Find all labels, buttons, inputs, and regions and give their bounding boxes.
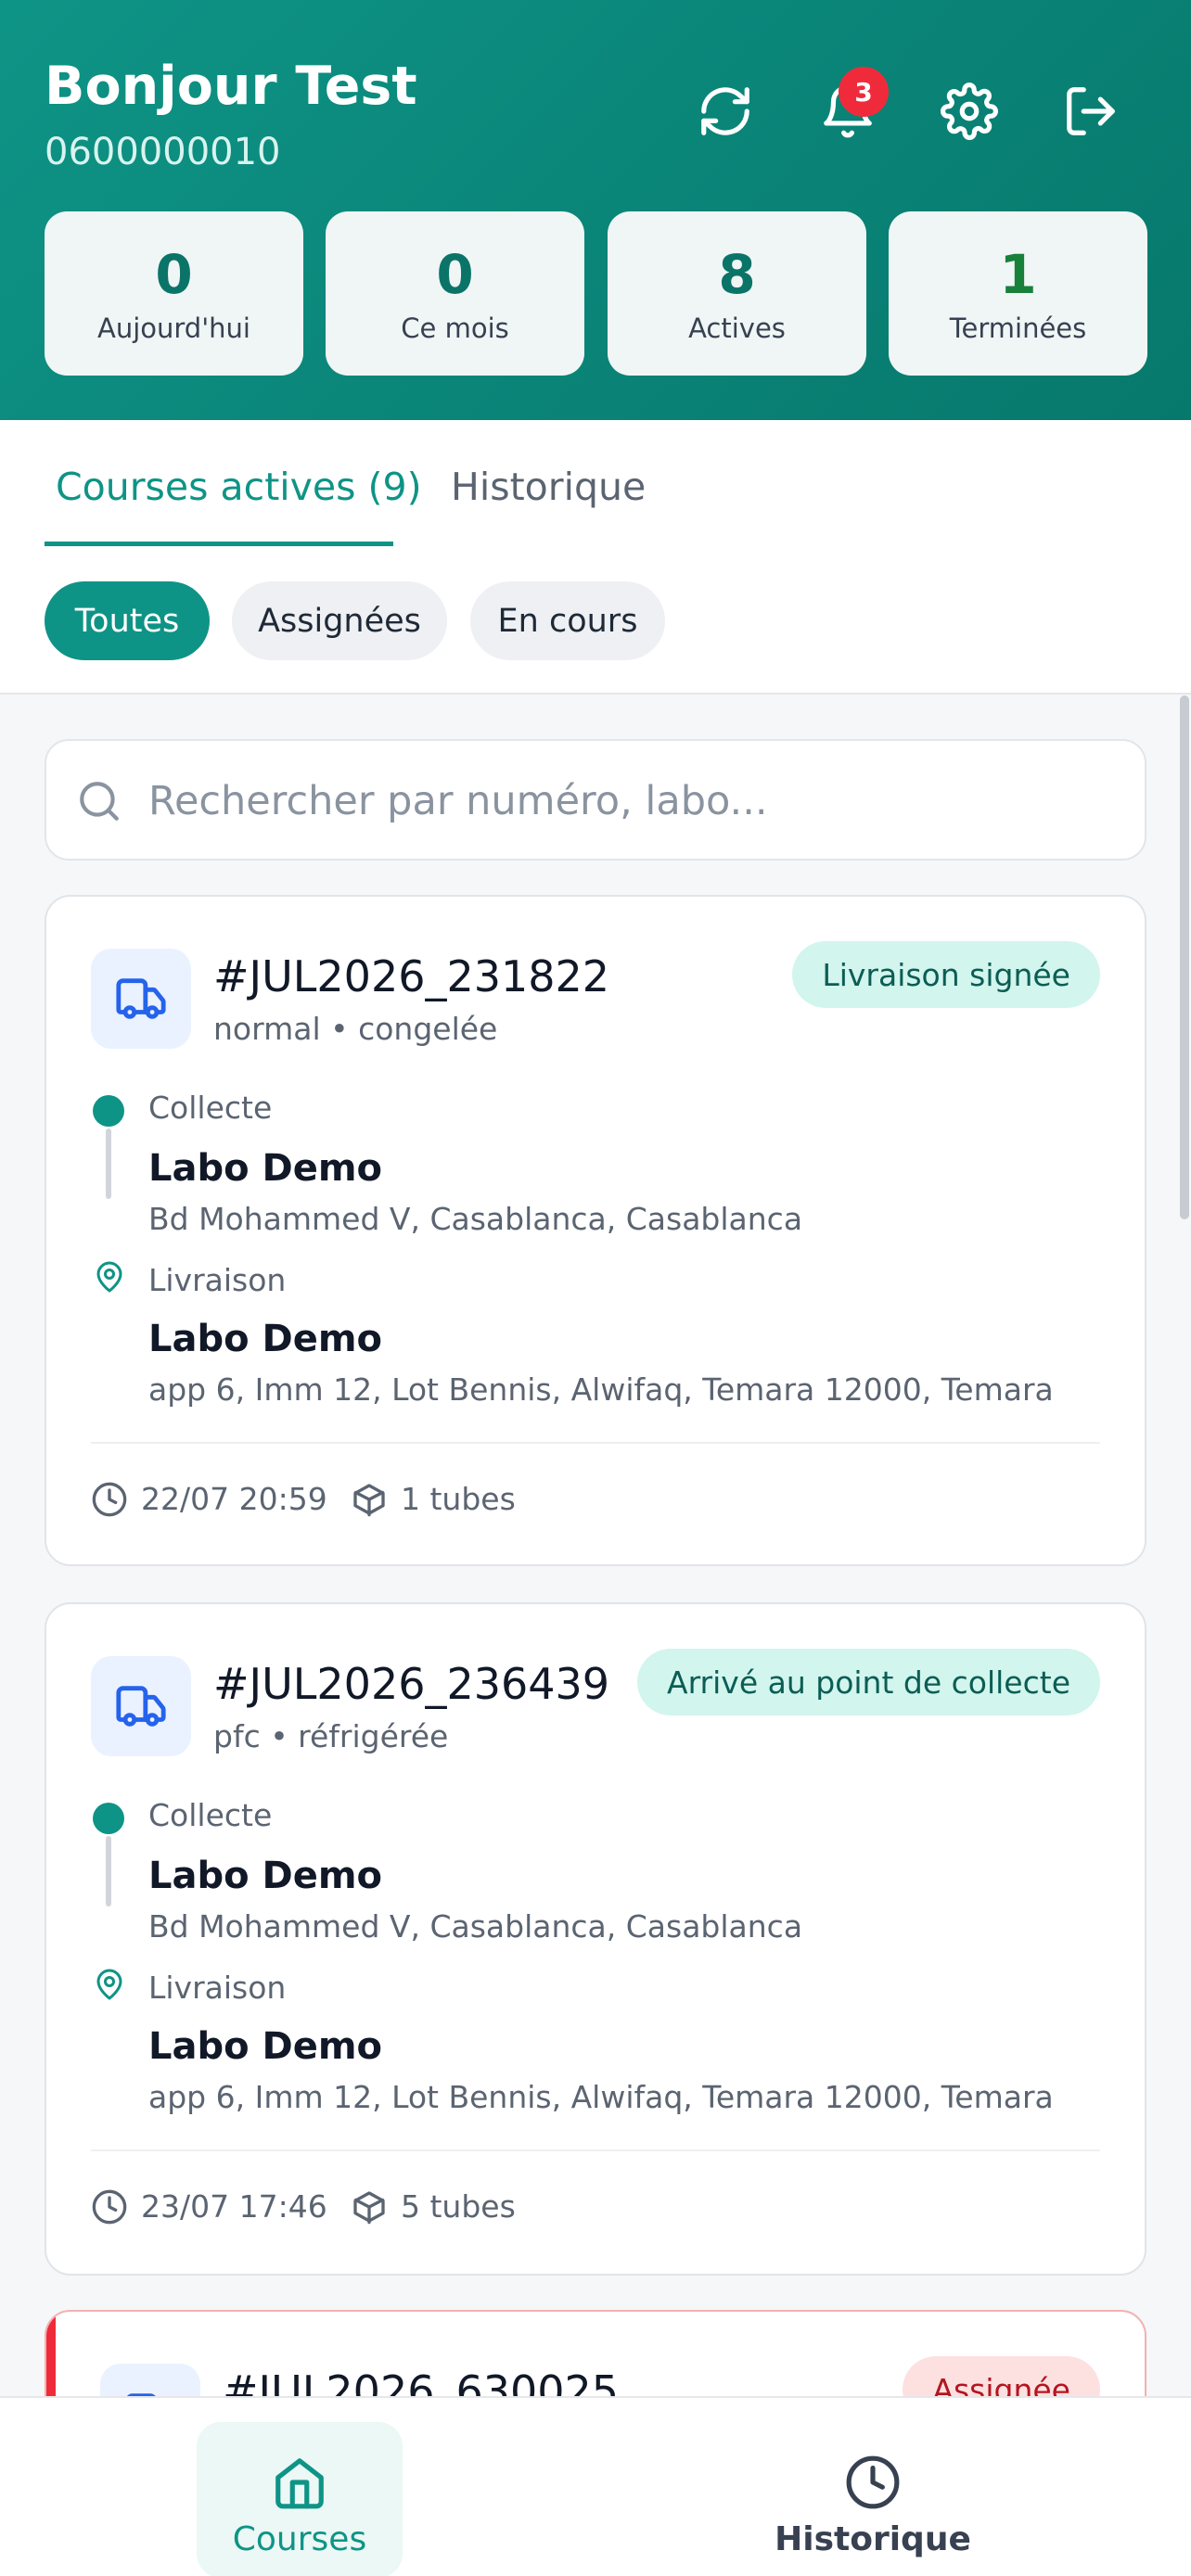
pickup-dot: [93, 1803, 124, 1834]
tubes-text: 1 tubes: [401, 1481, 516, 1517]
stat-label: Actives: [688, 312, 786, 344]
datetime-text: 23/07 17:46: [141, 2188, 327, 2225]
clock-icon: [92, 1482, 127, 1517]
delivery-label: Livraison: [148, 1262, 287, 1298]
search-input[interactable]: [148, 765, 1113, 837]
nav-courses[interactable]: Courses: [197, 2422, 403, 2576]
delivery-label: Livraison: [148, 1970, 287, 2006]
stat-completed: 1 Terminées: [889, 211, 1147, 376]
card-divider: [91, 1442, 1100, 1444]
user-phone: 0600000010: [45, 131, 281, 173]
package-icon: [353, 1484, 385, 1517]
gear-icon: [941, 83, 998, 140]
logout-button[interactable]: [1052, 72, 1130, 150]
map-pin-icon: [96, 1261, 122, 1293]
home-icon: [275, 2458, 324, 2509]
stat-active: 8 Actives: [608, 211, 866, 376]
pickup-label: Collecte: [148, 1797, 273, 1833]
nav-history[interactable]: Historique: [770, 2422, 976, 2576]
refresh-icon: [701, 87, 749, 135]
filter-assigned[interactable]: Assignées: [232, 581, 447, 660]
delivery-pin: [93, 1968, 126, 2001]
truck-icon: [116, 978, 166, 1019]
greeting-title: Bonjour Test: [45, 56, 417, 117]
stat-value: 8: [718, 243, 756, 306]
pickup-label: Collecte: [148, 1090, 273, 1126]
refresh-button[interactable]: [686, 72, 764, 150]
pickup-name: Labo Demo: [148, 1855, 383, 1897]
stat-label: Ce mois: [401, 312, 509, 344]
course-card[interactable]: #JUL2026_231822 normal • congelée Livrai…: [45, 895, 1146, 1566]
route-line: [106, 1836, 111, 1906]
filter-in-progress[interactable]: En cours: [470, 581, 665, 660]
nav-label: Courses: [232, 2520, 367, 2558]
course-datetime: 22/07 20:59: [91, 1479, 327, 1520]
pickup-dot: [93, 1095, 124, 1127]
stat-today: 0 Aujourd'hui: [45, 211, 303, 376]
stat-value: 1: [999, 243, 1037, 306]
card-divider: [91, 2149, 1100, 2151]
map-pin-icon: [96, 1969, 122, 2000]
course-meta: normal • congelée: [213, 1011, 498, 1047]
clock-icon: [92, 2189, 127, 2225]
filter-all[interactable]: Toutes: [45, 581, 210, 660]
delivery-name: Labo Demo: [148, 2025, 383, 2068]
stat-month: 0 Ce mois: [326, 211, 584, 376]
settings-button[interactable]: [930, 72, 1008, 150]
datetime-text: 22/07 20:59: [141, 1481, 327, 1517]
tab-indicator: [45, 542, 393, 546]
course-number: #JUL2026_236439: [213, 1659, 610, 1709]
logout-icon: [1067, 87, 1115, 135]
course-number: #JUL2026_231822: [213, 951, 610, 1001]
app-header: Bonjour Test 0600000010 3 0 Aujourd'hui …: [0, 0, 1191, 420]
search-bar: [45, 739, 1146, 861]
scrollbar[interactable]: [1180, 695, 1189, 1219]
stat-label: Terminées: [949, 312, 1087, 344]
tab-active-courses[interactable]: Courses actives (9): [56, 459, 422, 515]
course-tubes: 5 tubes: [351, 2187, 516, 2227]
pickup-address: Bd Mohammed V, Casablanca, Casablanca: [148, 1908, 803, 1945]
clock-icon: [846, 2455, 900, 2509]
package-icon: [353, 2191, 385, 2225]
stat-value: 0: [436, 243, 474, 306]
tabs-section: Courses actives (9) Historique Toutes As…: [0, 420, 1191, 695]
tubes-text: 5 tubes: [401, 2188, 516, 2225]
nav-label: Historique: [775, 2520, 971, 2558]
search-icon: [80, 782, 119, 821]
status-badge: Livraison signée: [792, 941, 1100, 1008]
course-datetime: 23/07 17:46: [91, 2187, 327, 2227]
delivery-address: app 6, Imm 12, Lot Bennis, Alwifaq, Tema…: [148, 1371, 1054, 1408]
course-meta: pfc • réfrigérée: [213, 1718, 449, 1754]
delivery-name: Labo Demo: [148, 1318, 383, 1360]
stat-value: 0: [155, 243, 193, 306]
truck-badge: [91, 1656, 191, 1756]
course-card[interactable]: #JUL2026_236439 pfc • réfrigérée Arrivé …: [45, 1602, 1146, 2276]
status-badge: Arrivé au point de collecte: [637, 1649, 1100, 1715]
course-tubes: 1 tubes: [351, 1479, 516, 1520]
delivery-address: app 6, Imm 12, Lot Bennis, Alwifaq, Tema…: [148, 2079, 1054, 2115]
notification-badge: 3: [839, 67, 889, 117]
pickup-name: Labo Demo: [148, 1147, 383, 1190]
bottom-nav: Courses Historique: [0, 2396, 1191, 2576]
truck-icon: [116, 1686, 166, 1727]
stat-label: Aujourd'hui: [96, 312, 250, 344]
tab-history[interactable]: Historique: [451, 459, 646, 515]
truck-badge: [91, 949, 191, 1049]
pickup-address: Bd Mohammed V, Casablanca, Casablanca: [148, 1201, 803, 1237]
route-line: [106, 1129, 111, 1199]
delivery-pin: [93, 1260, 126, 1294]
